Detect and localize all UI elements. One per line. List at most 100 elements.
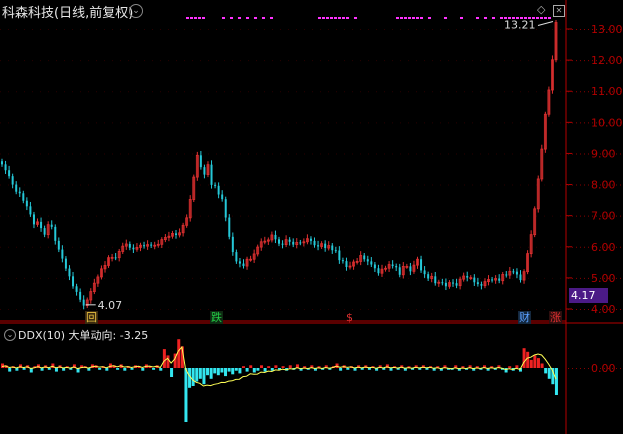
ddx-bar — [259, 365, 263, 368]
marker-dot — [246, 17, 249, 19]
candle-body — [512, 271, 515, 273]
indicator-chevron-icon[interactable]: ⌄ — [4, 329, 16, 341]
price-axis-label: 12.00 — [591, 54, 623, 67]
close-icon[interactable]: ✕ — [552, 5, 565, 17]
ddx-bar — [123, 368, 127, 371]
marker-dot — [318, 17, 321, 19]
candle-body — [238, 261, 241, 264]
ddx-bar — [198, 368, 202, 379]
candle-body — [519, 274, 522, 281]
candle-body — [40, 221, 43, 229]
candle-body — [345, 261, 348, 267]
price-axis-label: 6.00 — [591, 241, 616, 254]
candle-body — [32, 214, 35, 225]
ddx-bar — [227, 368, 231, 372]
candle-body — [334, 250, 337, 252]
high-label: 13.21 — [504, 18, 536, 31]
ddx-axis-label: 0.00 — [591, 362, 616, 375]
candle-body — [288, 239, 291, 242]
ddx-bar — [367, 368, 371, 370]
marker-dot — [346, 17, 349, 19]
candle-body — [281, 243, 284, 245]
marker-dot — [396, 17, 399, 19]
ddx-bar — [105, 368, 109, 371]
candle-body — [331, 245, 334, 251]
candle-body — [309, 238, 312, 241]
candle-body — [441, 282, 444, 284]
candle-body — [64, 258, 67, 269]
ddx-bar — [15, 368, 19, 371]
candle-body — [363, 255, 366, 260]
candle-body — [8, 170, 11, 177]
event-marker[interactable]: 财 — [518, 311, 531, 324]
ddx-bar — [522, 348, 526, 368]
marker-dots — [186, 17, 551, 19]
ddx-bar — [389, 368, 393, 371]
event-marker[interactable]: 涨 — [549, 311, 562, 324]
candle-body — [43, 228, 46, 235]
candle-body — [391, 264, 394, 267]
ddx-bar — [252, 368, 256, 373]
ddx-bar — [116, 368, 120, 370]
title-chevron-icon[interactable]: ⌄ — [129, 4, 143, 18]
ddx-bar — [206, 368, 210, 376]
candle-body — [473, 277, 476, 283]
marker-dot — [420, 17, 423, 19]
marker-dot — [412, 17, 415, 19]
candle-body — [72, 276, 75, 287]
candle-body — [15, 184, 18, 192]
candle-body — [79, 291, 82, 300]
marker-dot — [190, 17, 193, 19]
diamond-icon[interactable]: ◇ — [537, 3, 545, 16]
marker-dot — [326, 17, 329, 19]
marker-dot — [198, 17, 201, 19]
ddx-bar — [162, 349, 166, 368]
event-marker[interactable]: $ — [345, 311, 354, 324]
candle-body — [377, 268, 380, 274]
candle-body — [22, 193, 25, 201]
candle-body — [54, 226, 57, 241]
ddx-bar — [245, 368, 249, 372]
candle-body — [18, 191, 21, 194]
candle-body — [203, 167, 206, 175]
candle-body — [366, 259, 369, 262]
candle-body — [395, 266, 398, 268]
candle-body — [214, 184, 217, 186]
candle-body — [82, 299, 85, 306]
marker-dot — [476, 17, 479, 19]
candlestick-chart[interactable]: 13.00 12.00 11.00 10.00 9.00 8.00 7.00 6.00 5.00… — [0, 0, 623, 434]
candle-body — [398, 267, 401, 275]
candle-body — [299, 242, 302, 244]
ddx-bar — [504, 368, 508, 373]
marker-dot — [334, 17, 337, 19]
candle-body — [150, 244, 153, 246]
candle-body — [29, 206, 32, 215]
candle-body — [370, 261, 373, 265]
ddx-bar — [346, 368, 350, 370]
ddx-bar — [191, 368, 195, 386]
ddx-bar — [536, 358, 540, 368]
candle-body — [423, 270, 426, 275]
marker-dot — [416, 17, 419, 19]
ddx-bar — [22, 368, 26, 370]
candle-body — [444, 282, 447, 287]
candle-body — [50, 224, 53, 227]
candle-body — [132, 247, 135, 250]
marker-dot — [460, 17, 463, 19]
price-axis: 13.00 12.00 11.00 10.00 9.00 8.00 7.00 6.00 5.00… — [591, 23, 623, 316]
event-marker[interactable]: 跌 — [210, 311, 223, 324]
event-marker[interactable]: 回 — [85, 311, 98, 324]
ddx-bar — [526, 351, 530, 368]
candle-body — [235, 252, 238, 262]
marker-dot — [492, 17, 495, 19]
marker-dot — [194, 17, 197, 19]
ddx-bar — [234, 368, 238, 371]
price-axis-label: 5.00 — [591, 272, 616, 285]
candle-body — [231, 236, 234, 253]
ddx-bar — [47, 368, 51, 370]
candle-body — [278, 239, 280, 244]
candle-body — [427, 274, 430, 279]
ddx-bar — [40, 368, 44, 371]
ddx-bar — [335, 363, 339, 368]
candle-body — [491, 279, 494, 281]
